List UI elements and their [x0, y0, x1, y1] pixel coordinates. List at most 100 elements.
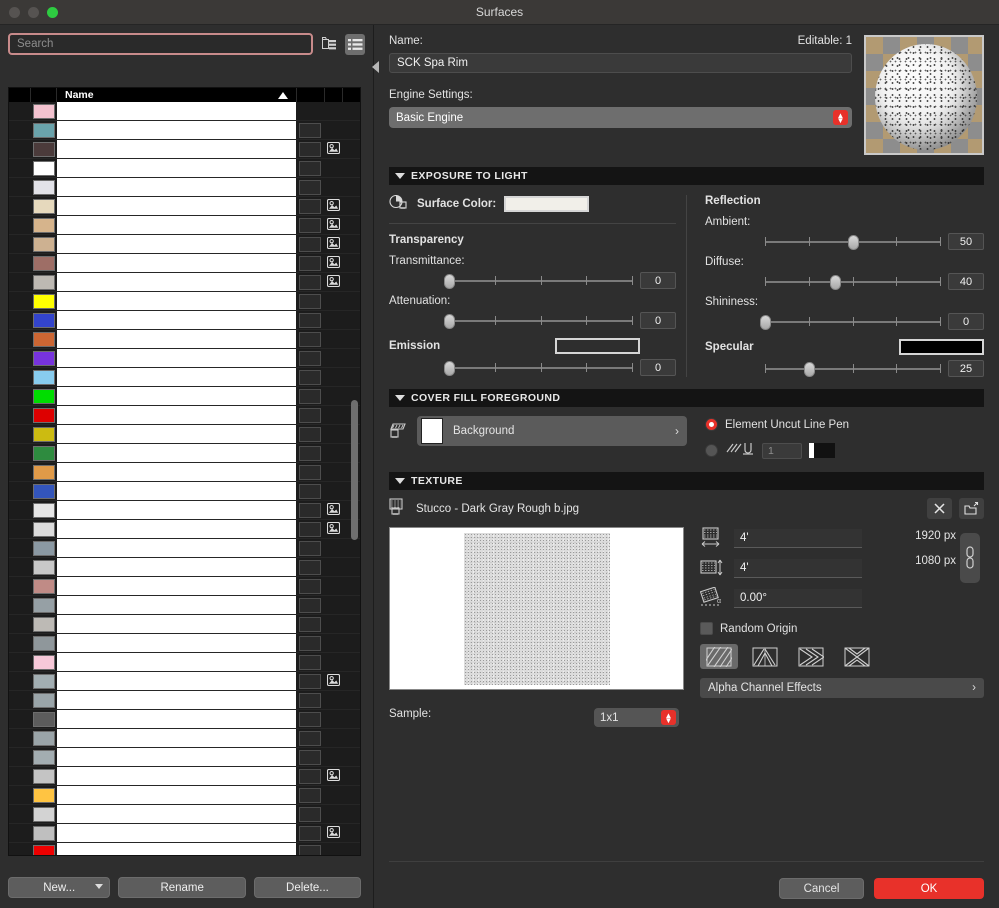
row-name-cell[interactable]: [57, 121, 296, 139]
table-row[interactable]: [9, 691, 360, 710]
row-color-cell[interactable]: [31, 786, 57, 804]
row-color-cell[interactable]: [31, 805, 57, 823]
table-row[interactable]: [9, 558, 360, 577]
row-texture-cell[interactable]: [296, 121, 324, 139]
row-texture-cell[interactable]: [296, 444, 324, 462]
row-preview-icon-cell[interactable]: [324, 292, 342, 310]
attenuation-value[interactable]: 0: [640, 312, 676, 329]
table-row[interactable]: [9, 140, 360, 159]
texture-preview[interactable]: [389, 527, 684, 690]
row-select-cell[interactable]: [9, 805, 31, 823]
row-preview-icon-cell[interactable]: [324, 653, 342, 671]
ambient-value[interactable]: 50: [948, 233, 984, 250]
slider-knob[interactable]: [444, 360, 455, 376]
row-preview-icon-cell[interactable]: [324, 463, 342, 481]
table-row[interactable]: [9, 444, 360, 463]
row-color-cell[interactable]: [31, 330, 57, 348]
texture-angle-input[interactable]: 0.00°: [734, 588, 862, 608]
row-color-cell[interactable]: [31, 501, 57, 519]
row-name-cell[interactable]: [57, 178, 296, 196]
row-select-cell[interactable]: [9, 140, 31, 158]
table-row[interactable]: [9, 805, 360, 824]
row-color-cell[interactable]: [31, 577, 57, 595]
row-name-cell[interactable]: [57, 596, 296, 614]
row-color-cell[interactable]: [31, 425, 57, 443]
row-name-cell[interactable]: [57, 577, 296, 595]
row-name-cell[interactable]: [57, 539, 296, 557]
row-name-cell[interactable]: [57, 406, 296, 424]
row-texture-cell[interactable]: [296, 596, 324, 614]
row-color-cell[interactable]: [31, 463, 57, 481]
shininess-value[interactable]: 0: [948, 313, 984, 330]
row-preview-icon-cell[interactable]: [324, 444, 342, 462]
slider-knob[interactable]: [803, 361, 815, 377]
row-select-cell[interactable]: [9, 330, 31, 348]
row-texture-cell[interactable]: [296, 615, 324, 633]
row-select-cell[interactable]: [9, 786, 31, 804]
row-name-cell[interactable]: [57, 805, 296, 823]
row-texture-cell[interactable]: [296, 767, 324, 785]
row-texture-cell[interactable]: [296, 235, 324, 253]
row-select-cell[interactable]: [9, 653, 31, 671]
row-name-cell[interactable]: [57, 824, 296, 842]
row-select-cell[interactable]: [9, 558, 31, 576]
tree-view-icon[interactable]: [319, 34, 339, 55]
row-select-cell[interactable]: [9, 349, 31, 367]
diffuse-value[interactable]: 40: [948, 273, 984, 290]
row-select-cell[interactable]: [9, 102, 31, 120]
diffuse-slider[interactable]: [765, 274, 941, 290]
row-select-cell[interactable]: [9, 843, 31, 855]
row-name-cell[interactable]: [57, 691, 296, 709]
table-row[interactable]: [9, 159, 360, 178]
row-select-cell[interactable]: [9, 273, 31, 291]
row-select-cell[interactable]: [9, 425, 31, 443]
search-input[interactable]: [8, 33, 313, 55]
row-name-cell[interactable]: [57, 102, 296, 120]
surface-list-rows[interactable]: [9, 102, 360, 855]
rename-button[interactable]: Rename: [118, 877, 246, 898]
row-texture-cell[interactable]: [296, 311, 324, 329]
row-select-cell[interactable]: [9, 634, 31, 652]
emission-color-swatch[interactable]: [555, 338, 640, 354]
row-texture-cell[interactable]: [296, 577, 324, 595]
row-name-cell[interactable]: [57, 767, 296, 785]
specular-value[interactable]: 25: [948, 360, 984, 377]
row-name-cell[interactable]: [57, 634, 296, 652]
row-color-cell[interactable]: [31, 767, 57, 785]
collapse-panel-icon[interactable]: [372, 61, 379, 73]
row-select-cell[interactable]: [9, 368, 31, 386]
row-color-cell[interactable]: [31, 843, 57, 855]
row-preview-icon-cell[interactable]: [324, 558, 342, 576]
row-color-cell[interactable]: [31, 121, 57, 139]
row-texture-cell[interactable]: [296, 501, 324, 519]
table-row[interactable]: [9, 710, 360, 729]
row-name-cell[interactable]: [57, 615, 296, 633]
row-name-cell[interactable]: [57, 444, 296, 462]
row-preview-icon-cell[interactable]: [324, 748, 342, 766]
row-preview-icon-cell[interactable]: [324, 786, 342, 804]
list-scrollbar-thumb[interactable]: [351, 400, 358, 540]
row-color-cell[interactable]: [31, 159, 57, 177]
row-texture-cell[interactable]: [296, 463, 324, 481]
row-texture-cell[interactable]: [296, 159, 324, 177]
row-name-cell[interactable]: [57, 159, 296, 177]
row-color-cell[interactable]: [31, 254, 57, 272]
row-select-cell[interactable]: [9, 463, 31, 481]
row-texture-cell[interactable]: [296, 254, 324, 272]
table-row[interactable]: [9, 577, 360, 596]
row-color-cell[interactable]: [31, 216, 57, 234]
row-select-cell[interactable]: [9, 311, 31, 329]
row-select-cell[interactable]: [9, 748, 31, 766]
row-preview-icon-cell[interactable]: [324, 615, 342, 633]
row-color-cell[interactable]: [31, 406, 57, 424]
row-select-cell[interactable]: [9, 672, 31, 690]
new-button[interactable]: New...: [8, 877, 111, 898]
row-texture-cell[interactable]: [296, 843, 324, 855]
row-texture-cell[interactable]: [296, 634, 324, 652]
row-color-cell[interactable]: [31, 672, 57, 690]
row-select-cell[interactable]: [9, 710, 31, 728]
row-preview-icon-cell[interactable]: [324, 729, 342, 747]
row-preview-icon-cell[interactable]: [324, 368, 342, 386]
surface-color-swatch[interactable]: [504, 196, 590, 212]
header-col-name[interactable]: Name: [57, 89, 296, 101]
